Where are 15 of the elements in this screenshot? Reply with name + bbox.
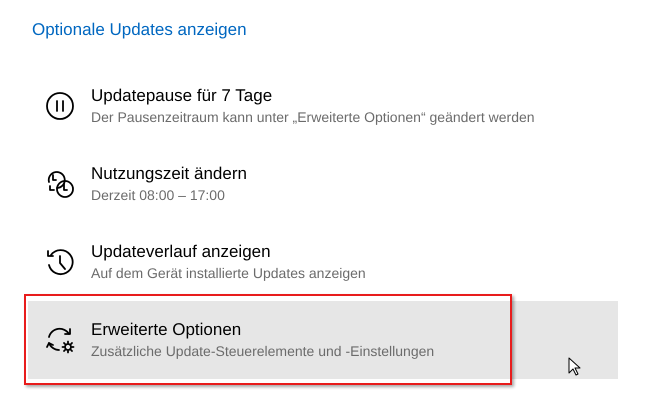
item-description: Auf dem Gerät installierte Updates anzeigen xyxy=(91,264,366,283)
sync-gear-icon xyxy=(45,325,75,355)
item-description: Derzeit 08:00 – 17:00 xyxy=(91,186,226,205)
pause-icon xyxy=(45,91,75,121)
item-description: Zusätzliche Update-Steuerelemente und -Einstellungen xyxy=(91,342,434,361)
optional-updates-link[interactable]: Optionale Updates anzeigen xyxy=(32,20,247,39)
item-title: Updatepause für 7 Tage xyxy=(91,85,274,107)
clock-icon xyxy=(45,169,75,199)
item-description: Der Pausenzeitraum kann unter „Erweiterte Optionen“ geändert werden xyxy=(91,108,535,127)
mouse-pointer-icon xyxy=(568,357,581,376)
item-title: Updateverlauf anzeigen xyxy=(91,241,272,263)
history-icon xyxy=(45,247,75,277)
item-title: Nutzungszeit ändern xyxy=(91,163,247,185)
item-title: Erweiterte Optionen xyxy=(91,319,242,341)
settings-item[interactable]: Erweiterte Optionen Zusätzliche Update-Steuerelemente und -Einstellungen xyxy=(28,301,618,379)
